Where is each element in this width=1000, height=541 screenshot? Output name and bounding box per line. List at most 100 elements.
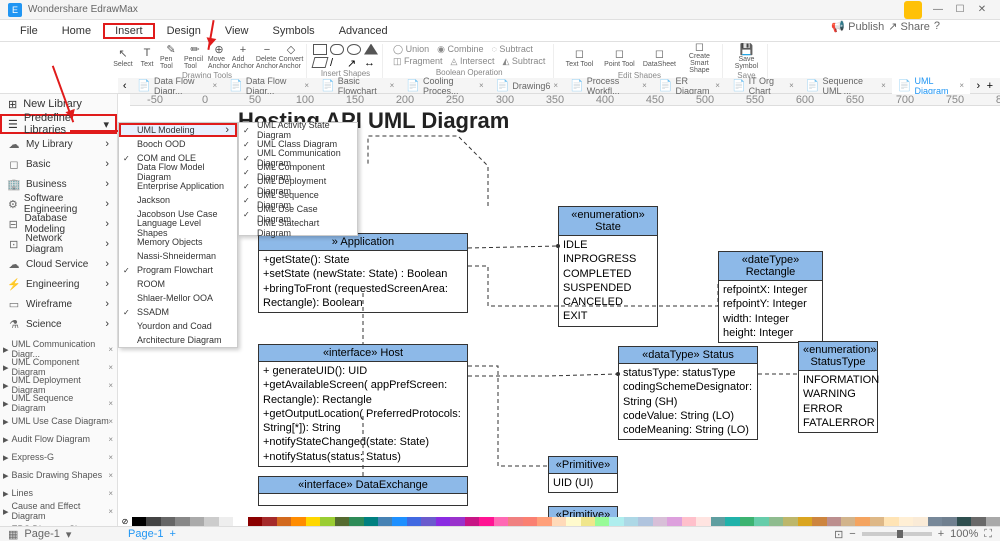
color-swatch[interactable] bbox=[942, 517, 956, 526]
tab-processworkfl[interactable]: 📄Process Workfl...× bbox=[564, 78, 653, 94]
tab-itorgchart[interactable]: 📄IT Org Chart× bbox=[726, 78, 800, 94]
color-swatch[interactable] bbox=[349, 517, 363, 526]
color-swatch[interactable] bbox=[175, 517, 189, 526]
minimize-button[interactable]: — bbox=[928, 3, 948, 17]
submenu-item[interactable]: ✓SSADM bbox=[119, 305, 237, 319]
shape-ellipse-icon[interactable] bbox=[347, 44, 361, 55]
color-swatch[interactable] bbox=[494, 517, 508, 526]
edit-point-tool[interactable]: ◻Point Tool bbox=[600, 44, 638, 70]
shape-para-icon[interactable] bbox=[312, 57, 329, 68]
shape-star-icon[interactable] bbox=[364, 44, 378, 55]
edit-datasheet[interactable]: ◻DataSheet bbox=[640, 44, 678, 70]
close-icon[interactable]: × bbox=[108, 399, 113, 408]
color-swatch[interactable] bbox=[262, 517, 276, 526]
shape-roundrect-icon[interactable] bbox=[330, 44, 344, 55]
color-swatch[interactable] bbox=[870, 517, 884, 526]
submenu-item[interactable]: Yourdon and Coad bbox=[119, 319, 237, 333]
close-icon[interactable]: × bbox=[108, 381, 113, 390]
color-swatch[interactable] bbox=[219, 517, 233, 526]
color-swatch[interactable] bbox=[609, 517, 623, 526]
color-swatch[interactable] bbox=[812, 517, 826, 526]
color-swatch[interactable] bbox=[146, 517, 160, 526]
color-swatch[interactable] bbox=[928, 517, 942, 526]
close-icon[interactable]: × bbox=[304, 81, 309, 90]
submenu-item[interactable]: Enterprise Application bbox=[119, 179, 237, 193]
color-swatch[interactable] bbox=[566, 517, 580, 526]
library-item[interactable]: ▸Lines× bbox=[0, 484, 117, 502]
category-network-diagram[interactable]: ⊡Network Diagram› bbox=[0, 234, 117, 254]
menu-home[interactable]: Home bbox=[50, 23, 103, 39]
close-icon[interactable]: × bbox=[108, 363, 113, 372]
page-tab[interactable]: Page-1 + bbox=[118, 526, 186, 541]
bool-subtract[interactable]: ◌ Subtract bbox=[491, 44, 532, 55]
submenu-item[interactable]: ROOM bbox=[119, 277, 237, 291]
close-icon[interactable]: × bbox=[789, 81, 794, 90]
category-engineering[interactable]: ⚡Engineering› bbox=[0, 274, 117, 294]
color-swatch[interactable] bbox=[971, 517, 985, 526]
color-swatch[interactable] bbox=[638, 517, 652, 526]
color-swatch[interactable] bbox=[827, 517, 841, 526]
tab-umldiagram[interactable]: 📄UML Diagram× bbox=[892, 78, 970, 94]
tool-delete-anchor[interactable]: −Delete Anchor bbox=[256, 44, 278, 70]
color-swatch[interactable] bbox=[335, 517, 349, 526]
library-item[interactable]: ▸UML Component Diagram× bbox=[0, 358, 117, 376]
bool-union[interactable]: ◯ Union bbox=[393, 44, 429, 55]
color-swatch[interactable] bbox=[508, 517, 522, 526]
bool-intersect[interactable]: ◬ Intersect bbox=[451, 56, 495, 67]
color-swatch[interactable] bbox=[378, 517, 392, 526]
color-swatch[interactable] bbox=[957, 517, 971, 526]
category-wireframe[interactable]: ▭Wireframe› bbox=[0, 294, 117, 314]
bool-combine[interactable]: ◉ Combine bbox=[437, 44, 483, 55]
maximize-button[interactable]: ☐ bbox=[950, 3, 970, 17]
color-swatch[interactable] bbox=[711, 517, 725, 526]
color-swatch[interactable] bbox=[725, 517, 739, 526]
color-swatch[interactable] bbox=[696, 517, 710, 526]
save-symbol-button[interactable]: 💾Save Symbol bbox=[729, 44, 763, 70]
category-software-engineering[interactable]: ⚙Software Engineering› bbox=[0, 194, 117, 214]
close-icon[interactable]: × bbox=[213, 81, 218, 90]
color-swatch[interactable] bbox=[291, 517, 305, 526]
category-my-library[interactable]: ☁My Library› bbox=[0, 134, 117, 154]
color-swatch[interactable] bbox=[421, 517, 435, 526]
close-button[interactable]: ✕ bbox=[972, 3, 992, 17]
category-cloud-service[interactable]: ☁Cloud Service› bbox=[0, 254, 117, 274]
tool-text[interactable]: TText bbox=[136, 44, 158, 70]
no-fill-icon[interactable]: ⊘ bbox=[118, 517, 132, 526]
close-icon[interactable]: × bbox=[108, 417, 113, 426]
color-swatch[interactable] bbox=[884, 517, 898, 526]
tab-coolingproces[interactable]: 📄Cooling Proces...× bbox=[400, 78, 489, 94]
tool-pen-tool[interactable]: ✎Pen Tool bbox=[160, 44, 182, 70]
tab-basicflowchart[interactable]: 📄Basic Flowchart× bbox=[315, 78, 400, 94]
color-swatch[interactable] bbox=[841, 517, 855, 526]
close-icon[interactable]: × bbox=[108, 345, 113, 354]
color-swatch[interactable] bbox=[407, 517, 421, 526]
library-item[interactable]: ▸Cause and Effect Diagram× bbox=[0, 502, 117, 520]
submenu-item[interactable]: Architecture Diagram bbox=[119, 333, 237, 347]
submenu-item[interactable]: ✓UML Activity State Diagram bbox=[239, 123, 357, 137]
submenu-item[interactable]: UML Statechart Diagram bbox=[239, 221, 357, 235]
submenu-item[interactable]: ✓Program Flowchart bbox=[119, 263, 237, 277]
library-item[interactable]: ▸UML Sequence Diagram× bbox=[0, 394, 117, 412]
menu-advanced[interactable]: Advanced bbox=[327, 23, 400, 39]
tab-erdiagram[interactable]: 📄ER Diagram× bbox=[653, 78, 726, 94]
tab-add-button[interactable]: + bbox=[987, 80, 1000, 92]
color-swatch[interactable] bbox=[581, 517, 595, 526]
color-swatch[interactable] bbox=[320, 517, 334, 526]
close-icon[interactable]: × bbox=[108, 507, 113, 516]
submenu-item[interactable]: UML Modeling› bbox=[119, 123, 237, 137]
tool-add-anchor[interactable]: +Add Anchor bbox=[232, 44, 254, 70]
color-swatch[interactable] bbox=[450, 517, 464, 526]
menu-design[interactable]: Design bbox=[155, 23, 213, 39]
tab-next-icon[interactable]: › bbox=[970, 80, 987, 92]
tab-dataflowdiagr[interactable]: 📄Data Flow Diagr...× bbox=[223, 78, 315, 94]
close-icon[interactable]: × bbox=[108, 435, 113, 444]
publish-link[interactable]: 📢 Publish bbox=[831, 20, 884, 33]
close-icon[interactable]: × bbox=[108, 471, 113, 480]
submenu-item[interactable]: Data Flow Model Diagram bbox=[119, 165, 237, 179]
layout-icon[interactable]: ▦ bbox=[8, 528, 18, 541]
color-swatch[interactable] bbox=[465, 517, 479, 526]
color-swatch[interactable] bbox=[552, 517, 566, 526]
user-badge-icon[interactable] bbox=[904, 1, 922, 19]
library-item[interactable]: ▸Express-G× bbox=[0, 448, 117, 466]
library-item[interactable]: ▸UML Use Case Diagram× bbox=[0, 412, 117, 430]
